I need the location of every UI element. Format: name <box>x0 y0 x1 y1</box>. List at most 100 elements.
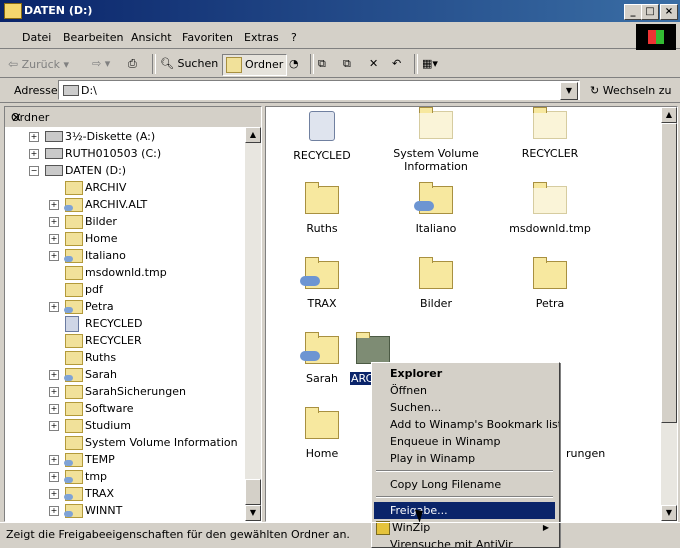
tree-item[interactable]: + RUTH010503 (C:) <box>5 146 241 162</box>
tree-item[interactable]: RECYCLED <box>5 316 241 332</box>
file-item[interactable]: TRAX <box>272 257 372 310</box>
folder-pane-header: Ordner ✕ <box>5 107 261 127</box>
tree-item[interactable]: + Petra <box>5 299 241 315</box>
expand-icon[interactable]: + <box>49 370 59 380</box>
tree-item[interactable]: + TEMP <box>5 452 241 468</box>
file-item[interactable]: System Volume Information <box>386 107 486 173</box>
tree-item[interactable]: + tmp <box>5 469 241 485</box>
move-to-button[interactable]: ⧉ <box>318 54 326 74</box>
menu-item-winamp-play[interactable]: Play in Winamp <box>374 450 555 467</box>
folder-icon <box>65 215 83 229</box>
menu-item-winamp-enqueue[interactable]: Enqueue in Winamp <box>374 433 555 450</box>
close-button[interactable]: × <box>660 4 678 20</box>
search-button[interactable]: 🔍︎ Suchen <box>160 54 218 74</box>
minimize-button[interactable]: _ <box>624 4 642 20</box>
tree-item[interactable]: + Software <box>5 401 241 417</box>
tree-item[interactable]: + TRAX <box>5 486 241 502</box>
expand-icon[interactable]: + <box>49 455 59 465</box>
scroll-down-button[interactable]: ▼ <box>661 505 677 521</box>
file-item[interactable]: Italiano <box>386 182 486 235</box>
scroll-up-button[interactable]: ▲ <box>661 107 677 123</box>
menu-extras[interactable]: Extras <box>244 31 279 44</box>
history-button[interactable]: ◔ <box>289 54 299 74</box>
tree-item[interactable]: + Italiano <box>5 248 241 264</box>
views-button[interactable]: ▦▾ <box>422 54 438 74</box>
menu-item-winamp-bookmark[interactable]: Add to Winamp's Bookmark list <box>374 416 559 433</box>
expand-icon[interactable]: + <box>49 251 59 261</box>
left-scrollbar[interactable]: ▲ ▼ <box>245 127 261 521</box>
expand-icon[interactable]: + <box>49 421 59 431</box>
close-icon[interactable]: ✕ <box>11 111 255 126</box>
scroll-thumb[interactable] <box>245 479 261 505</box>
expand-icon[interactable]: + <box>49 506 59 516</box>
expand-icon[interactable]: + <box>29 149 39 159</box>
file-item[interactable]: rungen <box>566 411 666 460</box>
menu-item-sharing[interactable]: Freigabe... <box>374 502 555 519</box>
expand-icon[interactable]: + <box>49 217 59 227</box>
file-item-label: Petra <box>535 297 565 310</box>
file-item[interactable]: RECYCLER <box>500 107 600 160</box>
expand-icon[interactable]: + <box>49 200 59 210</box>
tree-item-label: ARCHIV.ALT <box>85 198 148 211</box>
menu-ansicht[interactable]: Ansicht <box>131 31 172 44</box>
delete-button[interactable]: ✕ <box>369 54 378 74</box>
tree-item[interactable]: + ARCHIV.ALT <box>5 197 241 213</box>
back-button[interactable]: ⇦ Zurück ▾ <box>8 54 69 74</box>
tree-item[interactable]: RECYCLER <box>5 333 241 349</box>
menu-favoriten[interactable]: Favoriten <box>182 31 233 44</box>
tree-item[interactable]: ARCHIV <box>5 180 241 196</box>
expand-icon[interactable]: + <box>49 234 59 244</box>
tree-item[interactable]: Ruths <box>5 350 241 366</box>
menu-datei[interactable]: Datei <box>22 31 51 44</box>
expand-icon[interactable]: + <box>49 489 59 499</box>
copy-to-button[interactable]: ⧉ <box>343 54 351 74</box>
collapse-icon[interactable]: − <box>29 166 39 176</box>
search-label: Suchen <box>177 57 219 70</box>
file-item[interactable]: msdownld.tmp <box>500 182 600 235</box>
tree-item-label: TEMP <box>85 453 115 466</box>
chevron-down-icon[interactable]: ▼ <box>560 82 578 100</box>
menu-help[interactable]: ? <box>291 31 297 44</box>
address-input[interactable]: D:\ ▼ <box>58 80 580 100</box>
folder-icon <box>65 266 83 280</box>
right-scrollbar[interactable]: ▲ ▼ <box>661 107 677 521</box>
tree-item[interactable]: + Home <box>5 231 241 247</box>
file-item[interactable]: RECYCLED <box>272 111 372 162</box>
expand-icon[interactable]: + <box>49 472 59 482</box>
file-item[interactable]: Petra <box>500 257 600 310</box>
maximize-button[interactable]: □ <box>641 4 659 20</box>
expand-icon[interactable]: + <box>49 302 59 312</box>
expand-icon[interactable]: + <box>49 404 59 414</box>
scroll-thumb[interactable] <box>661 123 677 423</box>
folder-icon <box>65 385 83 399</box>
go-button[interactable]: ↻ Wechseln zu <box>590 84 672 97</box>
file-item-label: Home <box>305 447 339 460</box>
menu-item-copy-long-filename[interactable]: Copy Long Filename <box>374 476 555 493</box>
tree-item[interactable]: − DATEN (D:) <box>5 163 241 179</box>
tree-item[interactable]: System Volume Information <box>5 435 241 451</box>
menu-item-explorer[interactable]: Explorer <box>374 365 555 382</box>
expand-icon[interactable]: + <box>29 132 39 142</box>
tree-item[interactable]: +3½-Diskette (A:) <box>5 129 241 145</box>
scroll-up-button[interactable]: ▲ <box>245 127 261 143</box>
expand-icon[interactable]: + <box>49 387 59 397</box>
forward-button[interactable]: ⇨ ▾ <box>92 54 110 74</box>
up-folder-button[interactable]: ⎙ <box>128 54 137 74</box>
undo-button[interactable]: ↶ <box>392 54 401 74</box>
tree-item[interactable]: + SarahSicherungen <box>5 384 241 400</box>
tree-item[interactable]: + Studium <box>5 418 241 434</box>
file-item[interactable]: Bilder <box>386 257 486 310</box>
menu-bearbeiten[interactable]: Bearbeiten <box>63 31 123 44</box>
menu-item-search[interactable]: Suchen... <box>374 399 555 416</box>
file-item-label: Bilder <box>420 297 452 310</box>
scroll-down-button[interactable]: ▼ <box>245 505 261 521</box>
file-item[interactable]: Home <box>272 407 372 460</box>
menu-item-open[interactable]: Öffnen <box>374 382 555 399</box>
tree-item[interactable]: + Sarah <box>5 367 241 383</box>
tree-item[interactable]: + Bilder <box>5 214 241 230</box>
tree-item[interactable]: + WINNT <box>5 503 241 519</box>
tree-item[interactable]: pdf <box>5 282 241 298</box>
file-item[interactable]: Ruths <box>272 182 372 235</box>
folders-button[interactable]: Ordner <box>222 54 288 76</box>
tree-item[interactable]: msdownld.tmp <box>5 265 241 281</box>
